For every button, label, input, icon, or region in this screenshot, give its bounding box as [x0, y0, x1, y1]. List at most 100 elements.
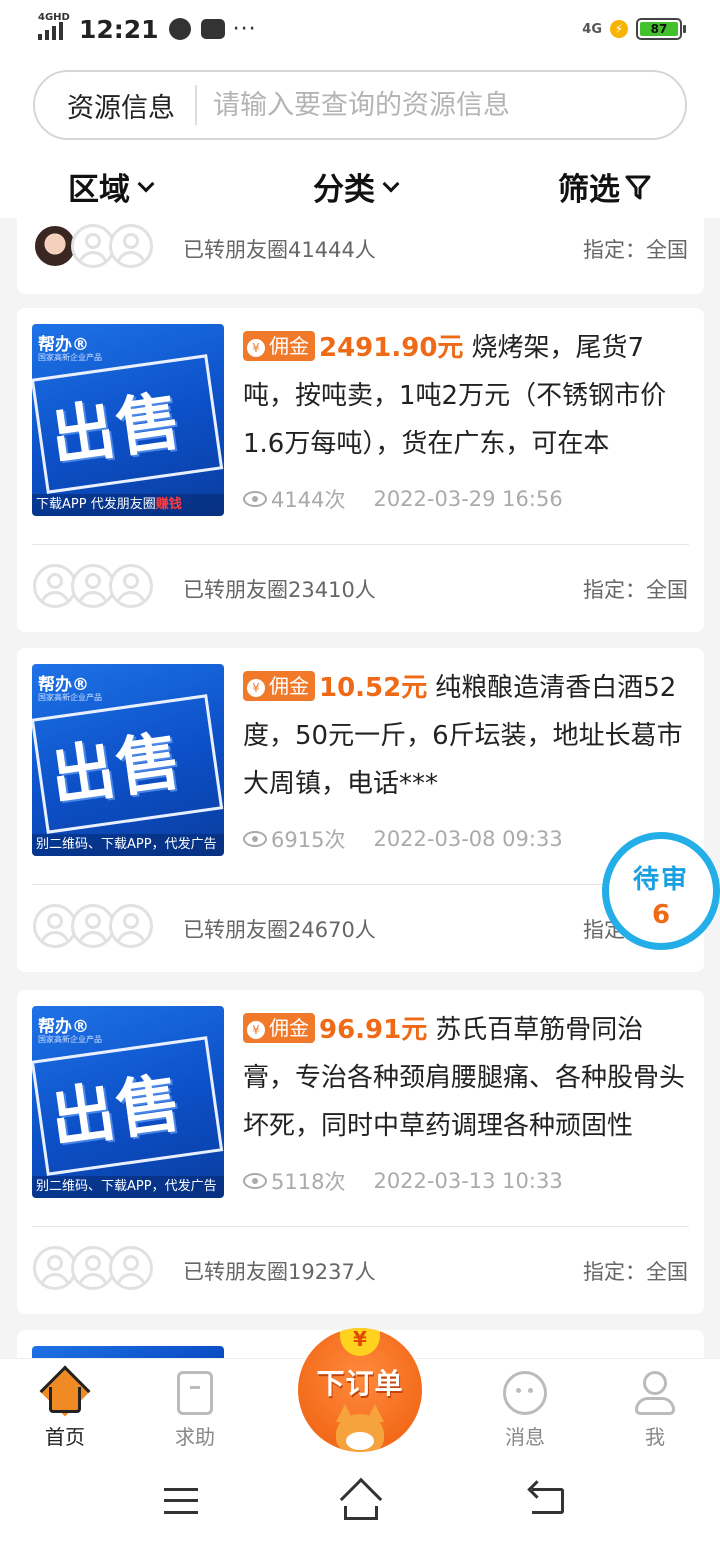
eye-icon	[243, 831, 267, 847]
region-filter[interactable]: 区域	[68, 164, 155, 209]
shared-count: 已转朋友圈41444人	[183, 238, 376, 262]
shared-count: 已转朋友圈19237人	[183, 1260, 376, 1284]
status-bar: 4GHD 12:21 ··· 4G ⚡ 87	[0, 0, 720, 58]
shared-count: 已转朋友圈24670人	[183, 918, 376, 942]
yen-coin-icon: ¥	[340, 1328, 380, 1356]
commission-badge: ¥ 佣金	[243, 671, 315, 701]
resource-list[interactable]: 已转朋友圈41444人 指定：全国 帮办® 国家高新企业产品 出售 下载APP …	[0, 218, 720, 1358]
document-icon	[177, 1371, 213, 1415]
avatar-placeholder-icon	[109, 224, 153, 268]
image-word: 出售	[46, 1066, 188, 1158]
commission-badge-label: 佣金	[269, 334, 309, 358]
list-item[interactable]: 帮办® 国家高新企业产品 出售 别二维码、下载APP，代发广告 ¥ 佣金 96.91…	[17, 990, 704, 1314]
signal-icon: 4GHD	[38, 12, 70, 40]
pending-review-label: 待审	[632, 865, 689, 895]
divider	[32, 1226, 689, 1227]
tab-me[interactable]: 我	[610, 1371, 700, 1450]
item-image	[32, 1346, 224, 1358]
share-row: 已转朋友圈19237人 指定：全国	[17, 1238, 704, 1318]
commission-price: 10.52元	[319, 673, 428, 703]
commission-badge: ¥ 佣金	[243, 1013, 315, 1043]
shared-count: 已转朋友圈23410人	[183, 578, 376, 602]
item-description: ¥ 佣金 2491.90元 烧烤架，尾货7吨，按吨卖，1吨2万元（不锈钢市价1.6万每…	[243, 324, 693, 468]
image-footer-text: 下载APP 代发朋友圈	[36, 497, 156, 512]
image-footer-text: 别二维码、下载APP，代发广告	[36, 837, 217, 852]
tab-messages-label: 消息	[505, 1425, 545, 1449]
item-image: 帮办® 国家高新企业产品 出售 下载APP 代发朋友圈赚钱	[32, 324, 224, 516]
image-footer: 别二维码、下载APP，代发广告	[32, 1176, 224, 1198]
share-row: 已转朋友圈23410人 指定：全国	[17, 556, 704, 636]
avatar-group	[33, 1246, 163, 1290]
search-box[interactable]: 资源信息	[33, 70, 687, 140]
item-description: ¥ 佣金 96.91元 苏氏百草筋骨同治膏，专治各种颈肩腰腿痛、各种股骨头坏死，同时中…	[243, 1006, 693, 1150]
image-footer-highlight: 赚钱	[155, 497, 182, 512]
image-brand-sub: 国家高新企业产品	[38, 1035, 102, 1044]
region-filter-label: 区域	[68, 172, 130, 208]
home-icon	[39, 1365, 91, 1417]
view-count: 5118次	[271, 1170, 346, 1194]
tab-home[interactable]: 首页	[20, 1365, 110, 1450]
network-type: 4GHD	[38, 12, 70, 23]
image-footer-text: 别二维码、下载APP，代发广告	[36, 1179, 217, 1194]
system-nav-bar	[0, 1458, 720, 1544]
place-order-button[interactable]: ¥ 下订单	[298, 1328, 422, 1452]
item-image: 帮办® 国家高新企业产品 出售 别二维码、下载APP，代发广告	[32, 1006, 224, 1198]
place-order-label: 下订单	[316, 1367, 404, 1400]
message-notification-icon	[200, 19, 225, 39]
eye-icon	[243, 491, 267, 507]
back-icon[interactable]	[532, 1488, 564, 1514]
funnel-icon	[625, 175, 651, 199]
image-brand-sub: 国家高新企业产品	[38, 693, 102, 702]
search-input[interactable]	[213, 89, 653, 121]
filter-bar: 区域 分类 筛选	[0, 152, 720, 218]
screen-filter-label: 筛选	[558, 172, 620, 208]
avatar-placeholder-icon	[109, 904, 153, 948]
tab-me-label: 我	[645, 1425, 665, 1449]
avatar-group	[33, 904, 163, 948]
avatar-group	[33, 224, 163, 268]
divider	[32, 884, 689, 885]
pending-review-button[interactable]: 待审 6	[602, 832, 720, 950]
region-label: 指定：全国	[583, 1260, 688, 1284]
commission-badge: ¥ 佣金	[243, 331, 315, 361]
commission-badge-label: 佣金	[269, 674, 309, 698]
eye-icon	[243, 1173, 267, 1189]
post-date: 2022-03-08 09:33	[373, 827, 563, 851]
share-row: 已转朋友圈24670人 指定：全国	[17, 896, 704, 976]
charging-icon: ⚡	[610, 20, 628, 38]
image-brand-sub: 国家高新企业产品	[38, 353, 102, 362]
tab-messages[interactable]: 消息	[480, 1371, 570, 1450]
commission-price: 96.91元	[319, 1015, 428, 1045]
person-icon	[633, 1371, 677, 1415]
list-item[interactable]: 帮办® 国家高新企业产品 出售 别二维码、下载APP，代发广告 ¥ 佣金 10.52…	[17, 648, 704, 972]
chat-bubble-icon	[503, 1371, 547, 1415]
avatar-group	[33, 564, 163, 608]
list-item[interactable]: 帮办® 国家高新企业产品 出售 下载APP 代发朋友圈赚钱 ¥ 佣金 2491.90…	[17, 308, 704, 632]
divider	[32, 544, 689, 545]
pending-review-count: 6	[651, 900, 671, 930]
category-filter[interactable]: 分类	[313, 164, 400, 209]
list-item[interactable]: 已转朋友圈41444人 指定：全国	[17, 218, 704, 294]
status-right: 4G ⚡ 87	[582, 18, 686, 40]
search-category-selector[interactable]: 资源信息	[35, 86, 195, 125]
chevron-down-icon	[382, 175, 400, 192]
app-screen: 4GHD 12:21 ··· 4G ⚡ 87 资源信息 区域 分类	[0, 0, 720, 1544]
view-count: 6915次	[271, 828, 346, 852]
fox-mascot-icon	[330, 1404, 390, 1452]
screen-filter[interactable]: 筛选	[558, 164, 652, 209]
tab-help[interactable]: 求助	[150, 1371, 240, 1450]
avatar-placeholder-icon	[109, 1246, 153, 1290]
battery-icon: 87	[636, 18, 686, 40]
post-date: 2022-03-13 10:33	[373, 1169, 563, 1193]
mobile-data-indicator: 4G	[582, 21, 602, 37]
post-date: 2022-03-29 16:56	[373, 487, 563, 511]
more-notifications-icon: ···	[232, 16, 257, 42]
search-divider	[195, 85, 197, 125]
menu-icon[interactable]	[164, 1488, 198, 1514]
item-image: 帮办® 国家高新企业产品 出售 别二维码、下载APP，代发广告	[32, 664, 224, 856]
item-meta: 5118次 2022-03-13 10:33	[243, 1166, 563, 1196]
money-bag-icon: ¥	[247, 679, 265, 697]
home-nav-icon[interactable]	[339, 1477, 383, 1521]
search-area: 资源信息	[0, 58, 720, 152]
avatar-placeholder-icon	[109, 564, 153, 608]
